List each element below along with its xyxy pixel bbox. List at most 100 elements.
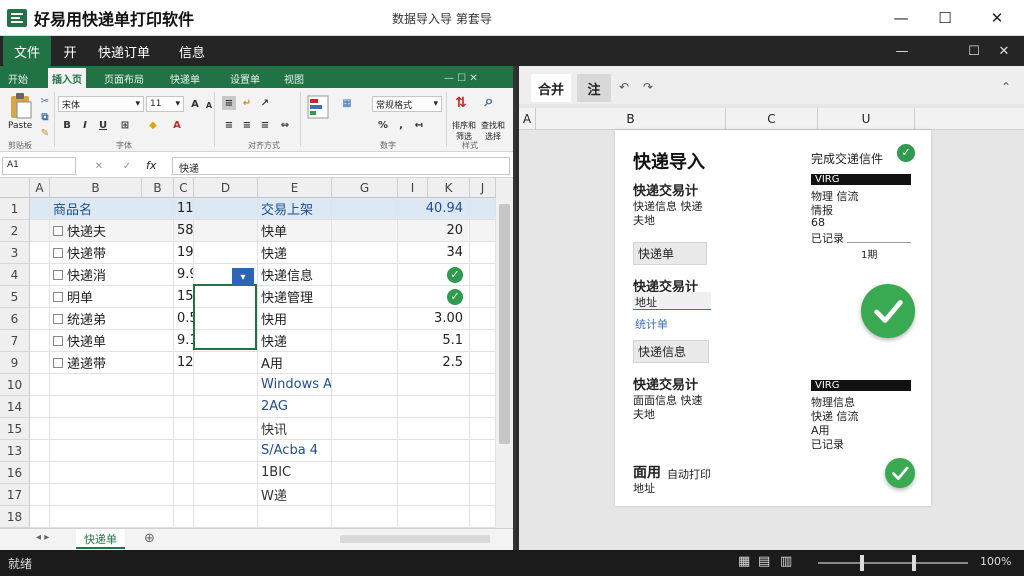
zoom-slider[interactable] <box>818 562 968 564</box>
address-field[interactable]: 地址 <box>633 292 711 310</box>
table-cell[interactable] <box>470 352 496 374</box>
table-cell[interactable]: Windows A <box>258 374 332 396</box>
row-checkbox[interactable] <box>53 335 63 346</box>
table-cell[interactable] <box>470 418 496 440</box>
search-icon[interactable]: ⌕ <box>482 91 496 110</box>
table-cell[interactable] <box>50 396 174 418</box>
table-cell[interactable]: S/Acba 4 <box>258 440 332 462</box>
table-cell[interactable] <box>470 440 496 462</box>
table-cell[interactable] <box>332 484 398 506</box>
table-cell[interactable] <box>470 242 496 264</box>
table-cell[interactable] <box>332 374 398 396</box>
vertical-scrollbar[interactable] <box>496 178 513 528</box>
align-left-icon[interactable]: ≡ <box>222 118 236 132</box>
inner-minimize-button[interactable]: — <box>882 36 922 66</box>
table-cell[interactable]: 快递管理 <box>258 286 332 308</box>
table-cell[interactable] <box>174 418 194 440</box>
redo-icon[interactable]: ↷ <box>643 80 653 94</box>
normal-view-icon[interactable]: ▦ <box>738 554 750 569</box>
row-header[interactable]: 7 <box>0 330 30 352</box>
row-header[interactable]: 13 <box>0 440 30 462</box>
horizontal-scrollbar[interactable] <box>340 535 490 543</box>
table-cell[interactable]: 113 <box>174 198 194 220</box>
undo-icon[interactable]: ↶ <box>619 80 629 94</box>
font-size-select[interactable]: 11 ▾ <box>146 96 184 112</box>
table-cell[interactable]: ✓ <box>398 264 470 286</box>
table-cell[interactable]: 统递弟 <box>50 308 174 330</box>
table-cell[interactable] <box>50 506 174 528</box>
column-header[interactable]: A <box>30 178 50 198</box>
cancel-formula-icon[interactable]: ✕ <box>92 159 106 173</box>
table-cell[interactable] <box>174 484 194 506</box>
table-cell[interactable] <box>470 374 496 396</box>
row-header[interactable]: 9 <box>0 352 30 374</box>
copy-icon[interactable]: ⧉ <box>38 110 52 124</box>
table-cell[interactable]: W递 <box>258 484 332 506</box>
table-cell[interactable] <box>470 198 496 220</box>
border-icon[interactable]: ⊞ <box>118 118 132 132</box>
table-cell[interactable] <box>332 352 398 374</box>
table-cell[interactable] <box>30 308 50 330</box>
filter-dropdown-icon[interactable]: ▾ <box>232 268 254 286</box>
row-header[interactable]: 3 <box>0 242 30 264</box>
table-cell[interactable] <box>30 352 50 374</box>
page-layout-icon[interactable]: ▤ <box>758 554 770 569</box>
sort-filter-icon[interactable]: ⇅ <box>454 95 468 111</box>
italic-icon[interactable]: I <box>78 118 92 132</box>
table-cell[interactable]: 12 <box>174 352 194 374</box>
table-cell[interactable]: 2.5 <box>398 352 470 374</box>
row-checkbox[interactable] <box>53 269 63 280</box>
find-select-button[interactable]: 查找和选择 <box>478 120 508 142</box>
table-cell[interactable]: 快讯 <box>258 418 332 440</box>
column-header[interactable]: B <box>142 178 174 198</box>
table-cell[interactable] <box>470 264 496 286</box>
table-cell[interactable] <box>470 220 496 242</box>
row-checkbox[interactable] <box>53 225 63 236</box>
table-cell[interactable] <box>398 418 470 440</box>
page-break-icon[interactable]: ▥ <box>780 554 792 569</box>
table-cell[interactable] <box>470 484 496 506</box>
table-cell[interactable] <box>174 506 194 528</box>
maximize-button[interactable]: ☐ <box>922 4 968 32</box>
table-cell[interactable]: 15 <box>174 286 194 308</box>
paste-button[interactable]: Paste <box>8 121 32 131</box>
row-header[interactable]: 5 <box>0 286 30 308</box>
table-format-icon[interactable]: ▦ <box>340 96 354 110</box>
align-center-icon[interactable]: ≡ <box>240 118 254 132</box>
percent-icon[interactable]: % <box>376 118 390 132</box>
table-cell[interactable] <box>258 506 332 528</box>
table-cell[interactable] <box>194 374 258 396</box>
row-checkbox[interactable] <box>53 247 63 258</box>
table-cell[interactable] <box>194 352 258 374</box>
table-cell[interactable]: 9.1 <box>174 330 194 352</box>
menu-file[interactable]: 文件 <box>3 36 51 66</box>
table-cell[interactable] <box>332 264 398 286</box>
table-cell[interactable] <box>174 462 194 484</box>
table-cell[interactable]: 9.9 <box>174 264 194 286</box>
table-cell[interactable] <box>332 220 398 242</box>
table-cell[interactable] <box>332 440 398 462</box>
table-cell[interactable] <box>398 462 470 484</box>
table-cell[interactable] <box>30 484 50 506</box>
sheet-tab-active[interactable]: 快递单 <box>76 529 125 549</box>
table-cell[interactable] <box>30 330 50 352</box>
table-cell[interactable] <box>50 418 174 440</box>
row-header[interactable]: 1 <box>0 198 30 220</box>
table-cell[interactable] <box>194 462 258 484</box>
table-cell[interactable] <box>174 374 194 396</box>
selection-range[interactable] <box>193 284 257 350</box>
table-cell[interactable]: 3.00 <box>398 308 470 330</box>
table-cell[interactable]: 19 <box>174 242 194 264</box>
table-cell[interactable]: 快递信息 <box>258 264 332 286</box>
row-header[interactable]: 10 <box>0 374 30 396</box>
wrap-text-icon[interactable]: ↵ <box>240 96 254 110</box>
table-cell[interactable]: 快递 <box>258 330 332 352</box>
table-cell[interactable]: 快递夫 <box>50 220 174 242</box>
table-cell[interactable]: 34 <box>398 242 470 264</box>
table-cell[interactable] <box>194 242 258 264</box>
column-header[interactable]: E <box>258 178 332 198</box>
row-header[interactable]: 4 <box>0 264 30 286</box>
zoom-slider-handle[interactable] <box>860 555 864 571</box>
table-cell[interactable] <box>470 462 496 484</box>
column-header[interactable]: D <box>194 178 258 198</box>
